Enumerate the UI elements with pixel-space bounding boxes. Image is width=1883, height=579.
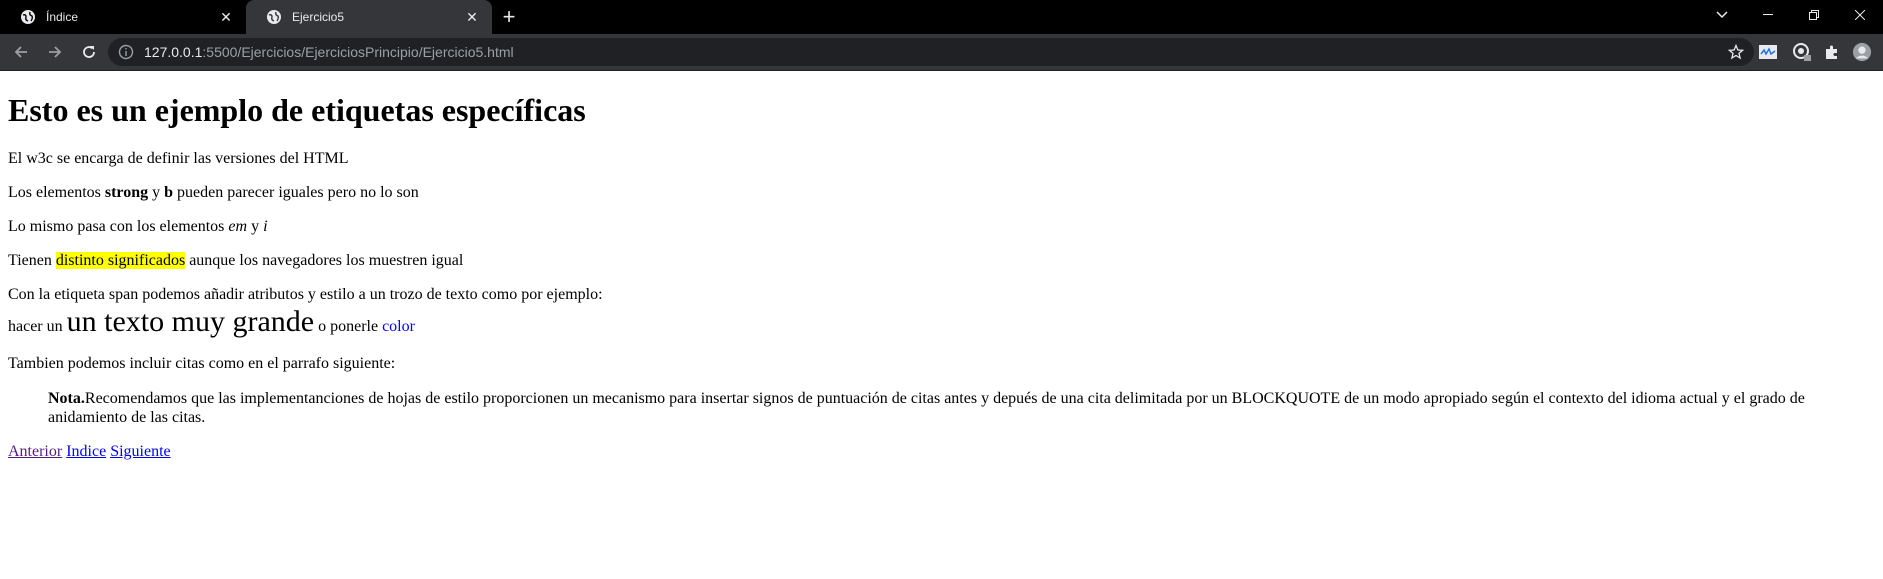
paragraph-citas: Tambien podemos incluir citas como en el… [8,355,396,372]
new-tab-button[interactable]: + [492,0,526,34]
em-text: em [228,218,248,235]
tab-ejercicio5[interactable]: Ejercicio5 ✕ [246,0,492,34]
back-button[interactable] [6,37,36,67]
text: y [148,184,165,201]
text: o ponerle [314,318,383,335]
window-controls [1699,0,1883,30]
url-path: :5500/Ejercicios/EjerciciosPrincipio/Eje… [202,44,514,60]
paragraph-mark: Tienen distinto significados aunque los … [8,252,1875,270]
index-link[interactable]: Indice [66,443,106,460]
close-icon[interactable]: ✕ [464,9,480,25]
page-content: Esto es un ejemplo de etiquetas específi… [8,71,1875,477]
puzzle-icon[interactable] [1822,42,1842,62]
close-window-button[interactable] [1837,0,1883,30]
text: aunque los navegadores los muestren igua… [185,252,464,269]
text: hacer un [8,318,67,335]
restore-button[interactable] [1791,0,1837,30]
globe-icon [21,10,35,24]
paragraph-span-example: hacer un un texto muy grande o ponerle c… [8,304,1875,345]
colored-text: color [382,318,415,335]
page-heading: Esto es un ejemplo de etiquetas específi… [8,92,586,128]
text: y [247,218,264,235]
tab-title: Índice [46,10,79,24]
strong-text: strong [104,184,149,201]
italic-text: i [263,218,268,235]
prev-link[interactable]: Anterior [8,443,62,460]
highlighted-text: distinto significados [55,252,186,269]
tab-title: Ejercicio5 [292,10,345,24]
forward-button[interactable] [40,37,70,67]
browser-toolbar: 127.0.0.1:5500/Ejercicios/EjerciciosPrin… [0,34,1883,70]
avatar[interactable] [1852,42,1872,62]
text: pueden parecer iguales pero no lo son [173,184,419,201]
text: Lo mismo pasa con los elementos [8,218,229,235]
quote-text: Recomendamos que las implementanciones d… [48,390,1805,426]
nav-links: Anterior Indice Siguiente [8,443,1875,461]
activity-extension-icon[interactable] [1758,42,1778,62]
info-icon[interactable] [118,44,134,60]
text: Los elementos [8,184,105,201]
minimize-button[interactable] [1745,0,1791,30]
address-bar[interactable]: 127.0.0.1:5500/Ejercicios/EjerciciosPrin… [108,38,1754,66]
bold-text: b [164,184,174,201]
reload-button[interactable] [74,37,104,67]
quote-bold: Nota. [48,390,85,407]
extension-icon[interactable] [1792,42,1812,62]
globe-icon [267,10,281,24]
paragraph-w3c: El w3c se encarga de definir las version… [8,150,349,167]
star-icon[interactable] [1728,44,1744,60]
tab-search-icon[interactable] [1699,0,1745,30]
url-host: 127.0.0.1 [144,44,203,60]
arrow-right-icon [49,46,62,58]
next-link[interactable]: Siguiente [110,443,170,460]
close-icon[interactable]: ✕ [218,9,234,25]
tab-strip: Índice ✕ Ejercicio5 ✕ + [0,0,1883,34]
reload-icon [83,46,95,58]
blockquote: Nota.Recomendamos que las implementancio… [48,389,1835,427]
paragraph-em-i: Lo mismo pasa con los elementos em y i [8,218,1875,236]
text: Tienen [8,252,56,269]
paragraph-strong-b: Los elementos strong y b pueden parecer … [8,184,1875,202]
arrow-left-icon [14,46,27,58]
paragraph-span-intro: Con la etiqueta span podemos añadir atri… [8,286,603,303]
tab-indice[interactable]: Índice ✕ [0,0,246,34]
big-text: un texto muy grande [66,305,315,338]
